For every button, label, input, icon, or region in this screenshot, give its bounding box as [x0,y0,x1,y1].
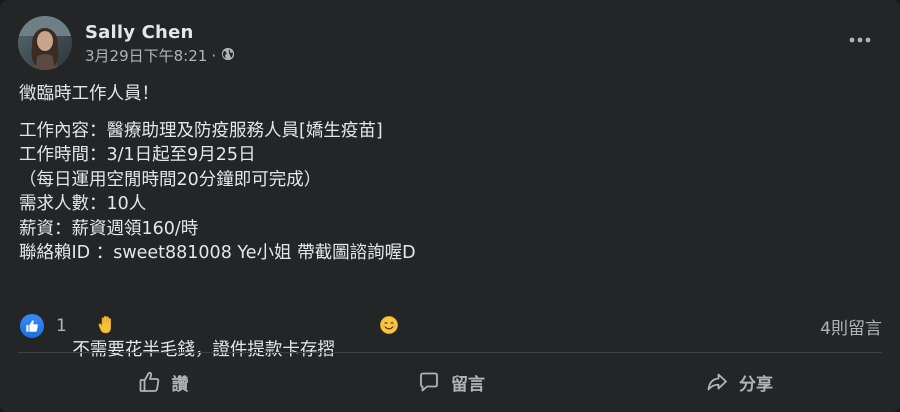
post-text-line: 需求人數：10人 [19,194,147,214]
comment-label: 留言 [451,374,485,395]
actions-divider [18,352,882,353]
post-text-line: 聯絡賴ID ：sweet881008 Ye小姐 帶截圖諮詢喔D [19,243,416,263]
post-meta: Sally Chen 3月29日下午8:21 · [85,21,235,66]
post-body: 徵臨時工作人員！ 工作內容：醫療助理及防疫服務人員[嬌生疫苗] 工作時間：3/1… [19,82,881,360]
more-options-button[interactable] [846,28,874,52]
share-arrow-icon [703,368,731,396]
comment-bubble-icon [415,368,443,396]
author-name[interactable]: Sally Chen [85,21,235,45]
post-text-line-last: 不需要花半毛錢，證件提款卡存摺 [19,266,881,360]
post-text-line: （每日運用空閒時間20分鐘即可完成） [19,169,322,190]
post-timestamp[interactable]: 3月29日下午8:21 [85,46,207,66]
post-text-line: 工作內容：醫療助理及防疫服務人員[嬌生疫苗] [19,120,383,141]
post-stats: 1 4則留言 [20,312,882,340]
post-text-line: 工作時間：3/1日起至9月25日 [19,145,256,165]
post-subline: 3月29日下午8:21 · [85,46,235,66]
share-button[interactable]: 分享 [594,358,882,406]
smiling-face-emoji [335,290,399,334]
last-line-text: 不需要花半毛錢，證件提款卡存摺 [72,340,335,360]
post-text-line: 薪資：薪資週領160/時 [19,218,199,239]
share-label: 分享 [739,374,773,395]
globe-icon [221,46,235,66]
post-header: Sally Chen 3月29日下午8:21 · [18,16,235,70]
thumbs-up-icon [136,368,164,396]
post-actions: 讚 留言 分享 [18,358,882,406]
reaction-count: 1 [56,316,67,336]
separator-dot: · [211,46,217,65]
reactions-summary[interactable]: 1 [20,314,67,338]
comments-count-link[interactable]: 4則留言 [820,314,882,339]
like-button[interactable]: 讚 [18,358,306,406]
post-title-line: 徵臨時工作人員！ [19,84,159,104]
avatar[interactable] [18,16,72,70]
like-icon [20,314,44,338]
like-label: 讚 [171,374,189,395]
raised-hand-emoji [52,290,111,333]
comment-button[interactable]: 留言 [306,358,594,406]
more-horizontal-icon [849,37,871,43]
post-card: Sally Chen 3月29日下午8:21 · 徵臨時工作人員！ 工作內容：醫… [0,0,900,412]
